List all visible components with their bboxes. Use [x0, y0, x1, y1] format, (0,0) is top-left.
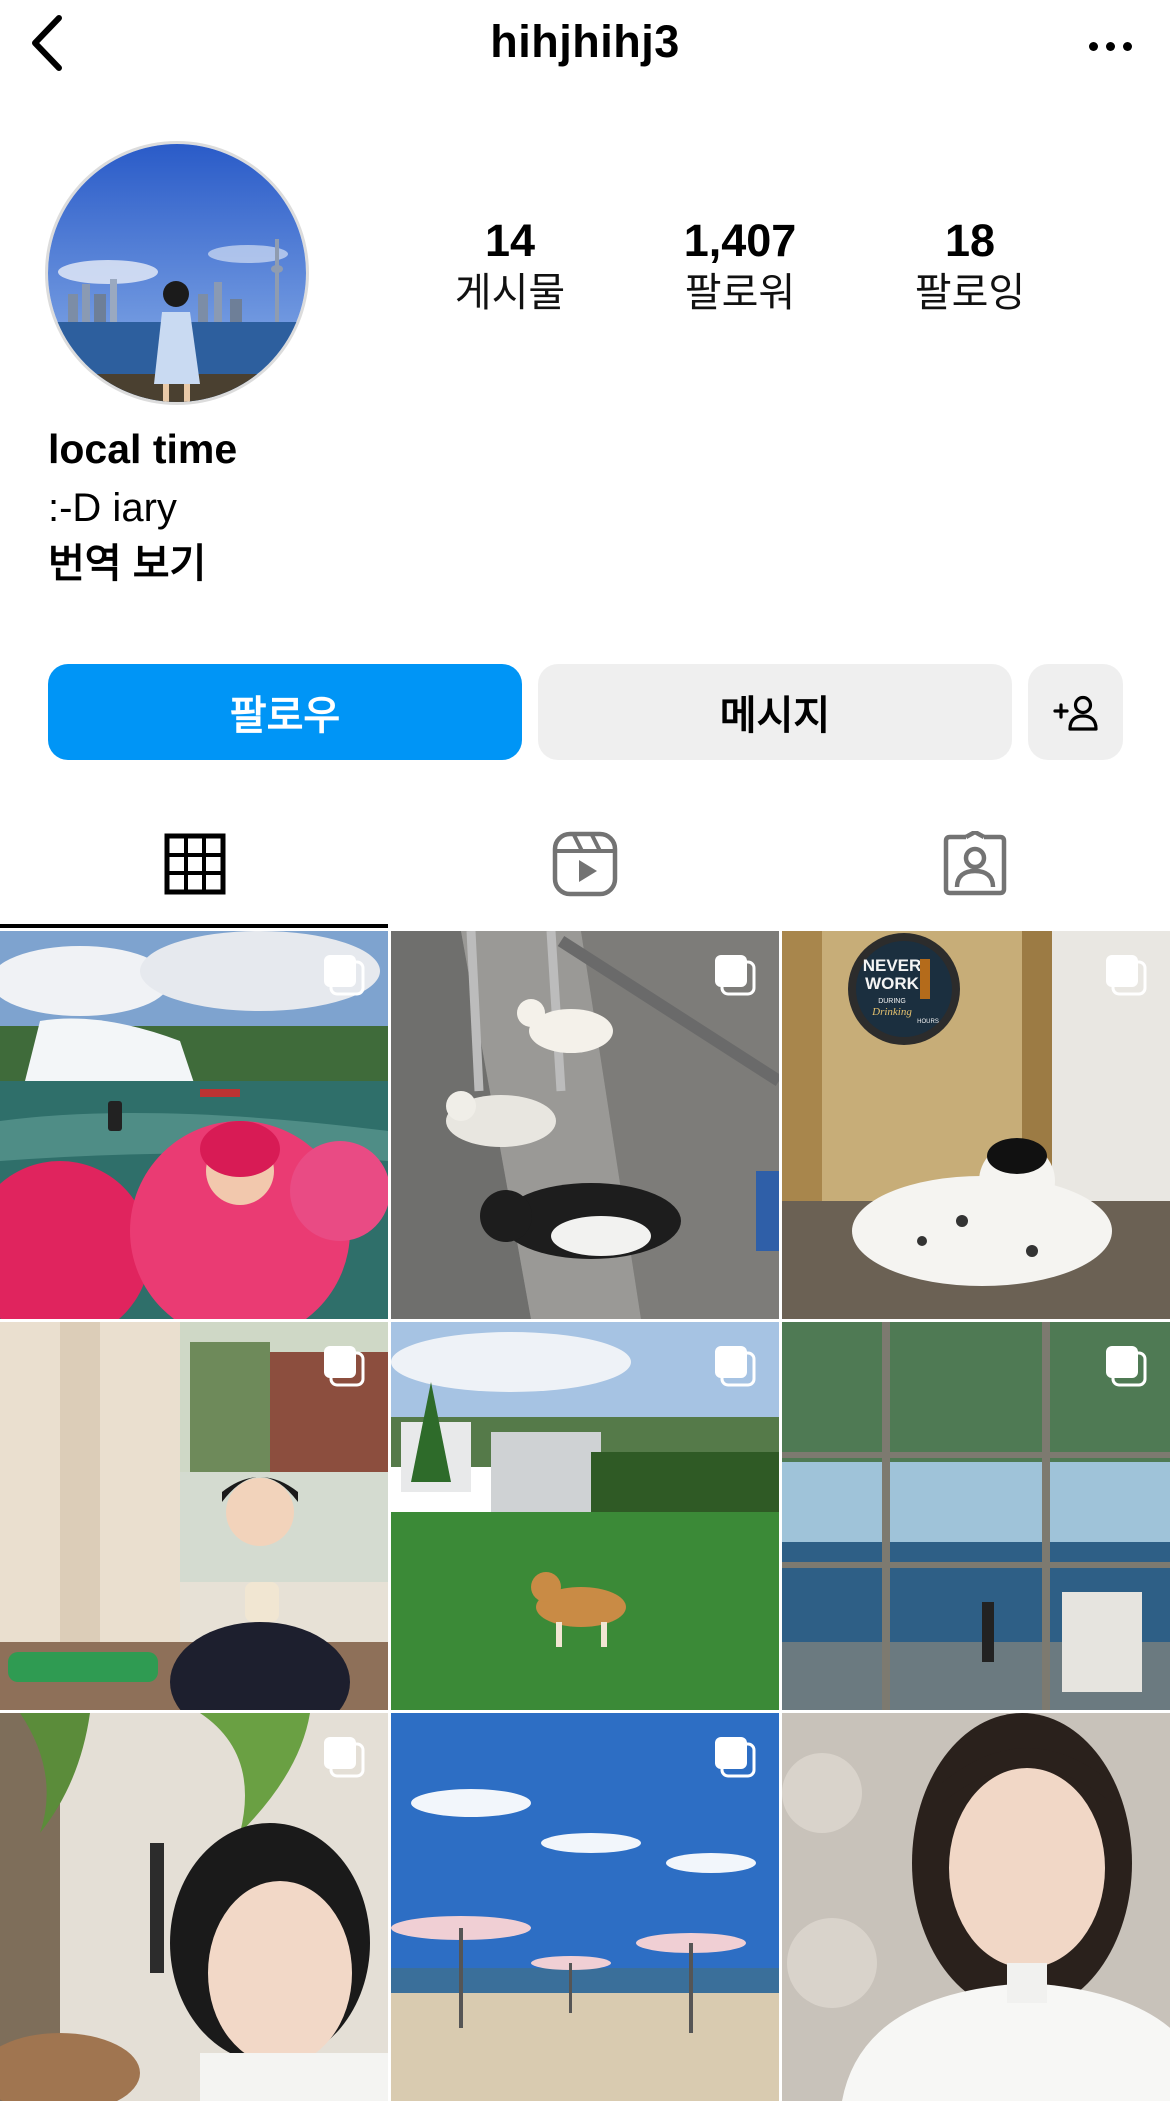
sign-text: HOURS — [917, 1019, 939, 1025]
tagged-person-icon — [943, 831, 1007, 896]
post-thumbnail[interactable] — [391, 931, 779, 1319]
tab-tagged[interactable] — [780, 800, 1170, 928]
grid-icon — [164, 833, 226, 895]
post-thumbnail[interactable] — [0, 931, 388, 1319]
profile-name: local time — [48, 426, 238, 472]
multiple-posts-icon — [1106, 1346, 1147, 1387]
multiple-posts-icon — [324, 1737, 365, 1778]
post-thumbnail[interactable]: NEVER WORK DURING Drinking HOURS — [782, 931, 1170, 1319]
multiple-posts-icon — [715, 1737, 756, 1778]
ellipsis-icon — [1088, 41, 1132, 51]
profile-bio: local time :-D iary 번역 보기 — [48, 418, 237, 592]
multiple-posts-icon — [715, 1346, 756, 1387]
post-thumbnail[interactable] — [391, 1713, 779, 2101]
posts-count[interactable]: 14 게시물 — [400, 215, 620, 319]
stat-value: 1,407 — [683, 215, 797, 266]
multiple-posts-icon — [1106, 955, 1147, 996]
follow-button[interactable]: 팔로우 — [48, 664, 522, 760]
sign-text: Drinking — [871, 1006, 912, 1018]
stat-label: 게시물 — [454, 271, 566, 315]
following-count[interactable]: 18 팔로잉 — [860, 215, 1080, 319]
profile-avatar[interactable] — [48, 144, 306, 402]
post-thumbnail[interactable] — [782, 1713, 1170, 2101]
post-thumbnail[interactable] — [391, 1322, 779, 1710]
tab-posts-grid[interactable] — [0, 800, 390, 928]
posts-grid: NEVER WORK DURING Drinking HOURS — [0, 931, 1170, 2102]
stat-value: 14 — [484, 215, 536, 266]
top-bar: hihjhihj3 — [0, 0, 1170, 90]
stat-label: 팔로워 — [684, 271, 796, 315]
post-thumbnail[interactable] — [782, 1322, 1170, 1710]
add-person-icon — [1052, 695, 1098, 731]
sign-text: DURING — [878, 998, 906, 1005]
reels-icon — [552, 831, 618, 897]
active-tab-indicator — [0, 924, 388, 928]
tab-reels[interactable] — [390, 800, 780, 928]
sign-text: NEVER — [863, 956, 922, 975]
profile-username: hihjhihj3 — [490, 16, 680, 67]
stat-value: 18 — [944, 215, 996, 266]
suggested-users-button[interactable] — [1028, 664, 1123, 760]
message-button[interactable]: 메시지 — [538, 664, 1012, 760]
post-thumbnail[interactable] — [0, 1322, 388, 1710]
bio-text: :-D iary — [48, 486, 177, 530]
profile-tabs — [0, 800, 1170, 930]
stat-label: 팔로잉 — [914, 271, 1026, 315]
more-options-button[interactable] — [1080, 26, 1140, 66]
see-translation-link[interactable]: 번역 보기 — [48, 536, 237, 592]
sign-text: WORK — [865, 974, 920, 993]
profile-stats: 14 게시물 1,407 팔로워 18 팔로잉 — [400, 215, 1080, 319]
multiple-posts-icon — [324, 955, 365, 996]
multiple-posts-icon — [324, 1346, 365, 1387]
multiple-posts-icon — [715, 955, 756, 996]
followers-count[interactable]: 1,407 팔로워 — [630, 215, 850, 319]
post-thumbnail[interactable] — [0, 1713, 388, 2101]
portrait-photo — [782, 1713, 1170, 2101]
